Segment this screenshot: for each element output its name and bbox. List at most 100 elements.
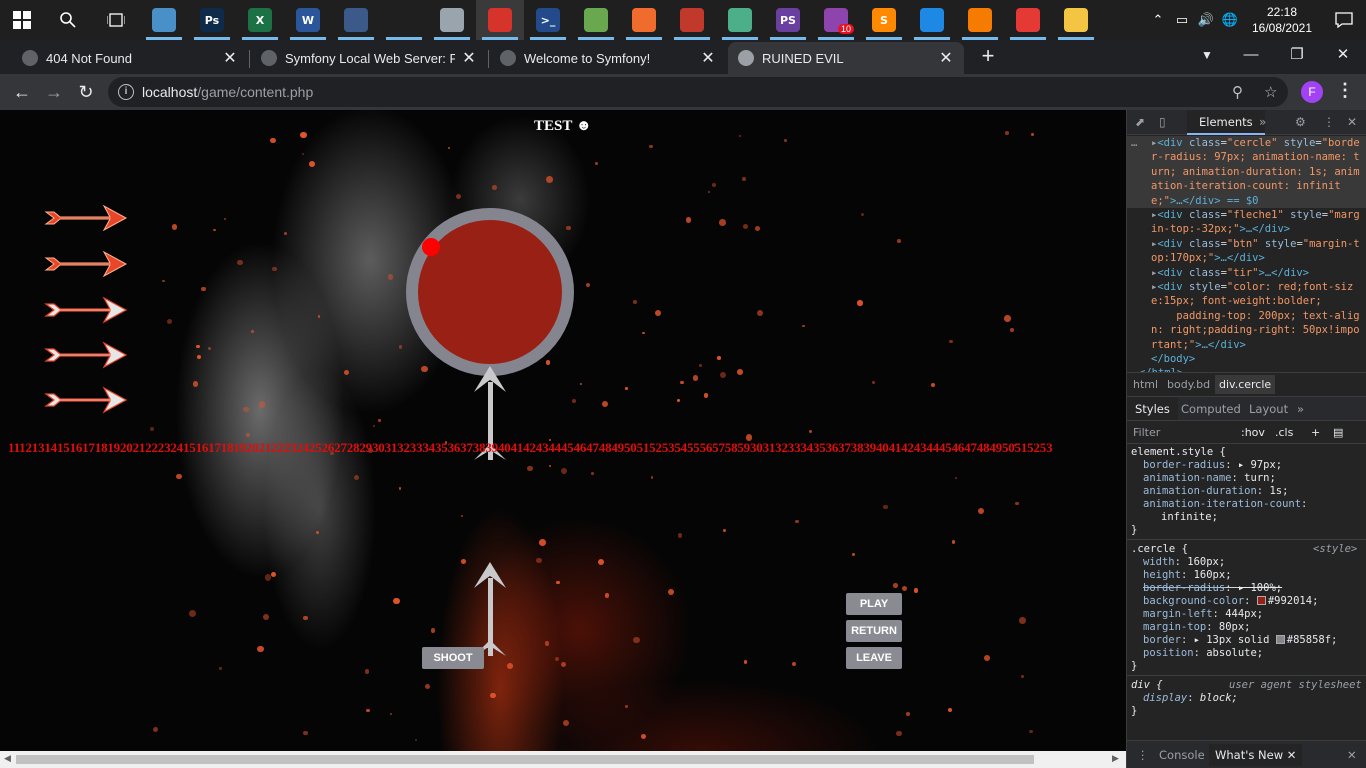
more-subtabs-icon[interactable]: »: [1297, 402, 1304, 416]
css-declaration[interactable]: display: block;: [1143, 692, 1238, 705]
dom-node[interactable]: </body>: [1151, 352, 1365, 366]
css-declaration[interactable]: height: 160px;: [1143, 569, 1232, 582]
file-explorer-icon[interactable]: [1052, 0, 1100, 40]
drawer-tab-console[interactable]: Console: [1159, 748, 1205, 762]
css-selector[interactable]: .cercle {<style>: [1131, 543, 1357, 556]
hov-toggle[interactable]: :hov: [1241, 426, 1265, 439]
breadcrumb-html[interactable]: html: [1133, 378, 1158, 391]
scroll-right-icon[interactable]: ▶: [1112, 753, 1119, 764]
scroll-left-icon[interactable]: ◀: [4, 753, 11, 764]
inspect-element-icon[interactable]: ⬈: [1135, 115, 1145, 129]
close-tab-icon[interactable]: ✕: [938, 48, 954, 68]
app-icon[interactable]: [140, 0, 188, 40]
dom-node[interactable]: ▸<div class="fleche1" style="margin-top:…: [1151, 208, 1365, 237]
leave-button[interactable]: LEAVE: [846, 647, 902, 669]
dom-node[interactable]: ▸<div style="color: red;font-size:15px; …: [1151, 280, 1365, 352]
xampp-icon[interactable]: [956, 0, 1004, 40]
close-tab-icon[interactable]: ✕: [222, 48, 238, 68]
settings-gear-icon[interactable]: ⚙: [1295, 115, 1306, 129]
sublime-icon[interactable]: S: [860, 0, 908, 40]
css-declaration[interactable]: infinite;: [1161, 511, 1218, 524]
scrollbar-thumb[interactable]: [16, 755, 1034, 764]
css-declaration[interactable]: margin-left: 444px;: [1143, 608, 1263, 621]
nodejs-icon[interactable]: [572, 0, 620, 40]
return-button[interactable]: RETURN: [846, 620, 902, 642]
breadcrumb-body[interactable]: body.bd: [1167, 378, 1210, 391]
play-button[interactable]: PLAY: [846, 593, 902, 615]
windows-start-button[interactable]: [0, 0, 44, 40]
tab-search-icon[interactable]: ▼: [1184, 40, 1230, 72]
css-declaration[interactable]: animation-name: turn;: [1143, 472, 1276, 485]
messenger-icon[interactable]: 10: [812, 0, 860, 40]
drawer-menu-icon[interactable]: ⋮: [1137, 748, 1149, 762]
search-icon[interactable]: [44, 0, 92, 40]
tab-elements[interactable]: Elements: [1187, 110, 1265, 135]
css-selector[interactable]: div {user agent stylesheet: [1131, 679, 1362, 692]
robot-app-icon[interactable]: [428, 0, 476, 40]
profile-avatar[interactable]: F: [1301, 81, 1323, 103]
css-declaration[interactable]: animation-duration: 1s;: [1143, 485, 1288, 498]
phpstorm-icon[interactable]: PS: [764, 0, 812, 40]
close-tab-icon[interactable]: ✕: [700, 48, 716, 68]
chrome-menu-icon[interactable]: ⋮: [1336, 80, 1354, 101]
tab-symfony-local-server[interactable]: Symfony Local Web Server: Page ✕: [251, 42, 487, 74]
url-text[interactable]: localhost/game/content.php: [142, 84, 313, 100]
restore-icon[interactable]: ❐: [1274, 40, 1320, 72]
close-devtools-icon[interactable]: ✕: [1347, 115, 1357, 129]
notification-icon[interactable]: [1322, 0, 1366, 40]
css-declaration[interactable]: position: absolute;: [1143, 647, 1263, 660]
taskbar-clock[interactable]: 22:18 16/08/2021: [1242, 4, 1322, 36]
css-declaration[interactable]: border-radius: ▸ 97px;: [1143, 459, 1282, 472]
postman-icon[interactable]: [620, 0, 668, 40]
drawer-tab-whats-new[interactable]: What's New ✕: [1209, 744, 1303, 766]
atom-icon[interactable]: [716, 0, 764, 40]
tab-computed[interactable]: Computed: [1181, 402, 1241, 416]
css-declaration[interactable]: animation-iteration-count:: [1143, 498, 1307, 511]
flame-app-icon[interactable]: [380, 0, 428, 40]
excel-icon[interactable]: X: [236, 0, 284, 40]
device-toolbar-icon[interactable]: ▯: [1159, 115, 1166, 129]
dom-node[interactable]: ▸<div class="btn" style="margin-top:170p…: [1151, 237, 1365, 266]
minimize-icon[interactable]: —: [1228, 40, 1274, 72]
task-view-icon[interactable]: [92, 0, 140, 40]
powershell-icon[interactable]: >_: [524, 0, 572, 40]
css-rule-end[interactable]: }: [1131, 524, 1137, 537]
css-declaration[interactable]: border-radius: ▸ 100%;: [1143, 582, 1282, 595]
more-tabs-icon[interactable]: »: [1259, 115, 1266, 129]
chrome-icon[interactable]: [1004, 0, 1052, 40]
dom-tree[interactable]: … ▸<div class="cercle" style="border-rad…: [1127, 136, 1366, 372]
photoshop-icon[interactable]: Ps: [188, 0, 236, 40]
back-arrow-icon[interactable]: ←: [8, 78, 36, 106]
breadcrumb-div-cercle[interactable]: div.cercle: [1215, 375, 1276, 394]
close-drawer-icon[interactable]: ✕: [1347, 748, 1357, 762]
css-declaration[interactable]: border: ▸ 13px solid #85858f;: [1143, 634, 1337, 647]
language-globe-icon[interactable]: 🌐: [1218, 0, 1242, 40]
close-window-icon[interactable]: ✕: [1320, 40, 1366, 72]
bookmark-star-icon[interactable]: ☆: [1264, 83, 1277, 101]
dom-node[interactable]: ▸<div class="cercle" style="border-radiu…: [1151, 136, 1365, 208]
address-bar[interactable]: i localhost/game/content.php ⚲ ☆: [108, 77, 1288, 107]
site-info-icon[interactable]: i: [118, 84, 134, 100]
zoom-icon[interactable]: ⚲: [1232, 83, 1243, 101]
computed-sidebar-icon[interactable]: ▤: [1333, 426, 1343, 439]
css-declaration[interactable]: margin-top: 80px;: [1143, 621, 1250, 634]
new-tab-button[interactable]: +: [976, 44, 1000, 68]
volume-icon[interactable]: 🔊: [1194, 0, 1218, 40]
tab-styles[interactable]: Styles: [1127, 397, 1178, 421]
tab-welcome-symfony[interactable]: Welcome to Symfony! ✕: [490, 42, 726, 74]
red-app-icon[interactable]: [476, 0, 524, 40]
battery-icon[interactable]: ▭: [1170, 0, 1194, 40]
word-icon[interactable]: W: [284, 0, 332, 40]
git-icon[interactable]: [668, 0, 716, 40]
dom-node[interactable]: ▸<div class="tir">…</div>: [1151, 266, 1365, 280]
target-circle[interactable]: [406, 208, 574, 376]
horizontal-scrollbar[interactable]: ◀ ▶: [0, 751, 1126, 768]
pen-tool-icon[interactable]: [332, 0, 380, 40]
styles-filter-input[interactable]: Filter: [1133, 426, 1160, 439]
tab-layout[interactable]: Layout: [1249, 402, 1288, 416]
reload-icon[interactable]: ↻: [72, 78, 100, 106]
devtools-menu-icon[interactable]: ⋮: [1323, 115, 1335, 129]
tab-ruined-evil[interactable]: RUINED EVIL ✕: [728, 42, 964, 74]
css-declaration[interactable]: width: 160px;: [1143, 556, 1225, 569]
new-rule-icon[interactable]: +: [1311, 426, 1320, 439]
